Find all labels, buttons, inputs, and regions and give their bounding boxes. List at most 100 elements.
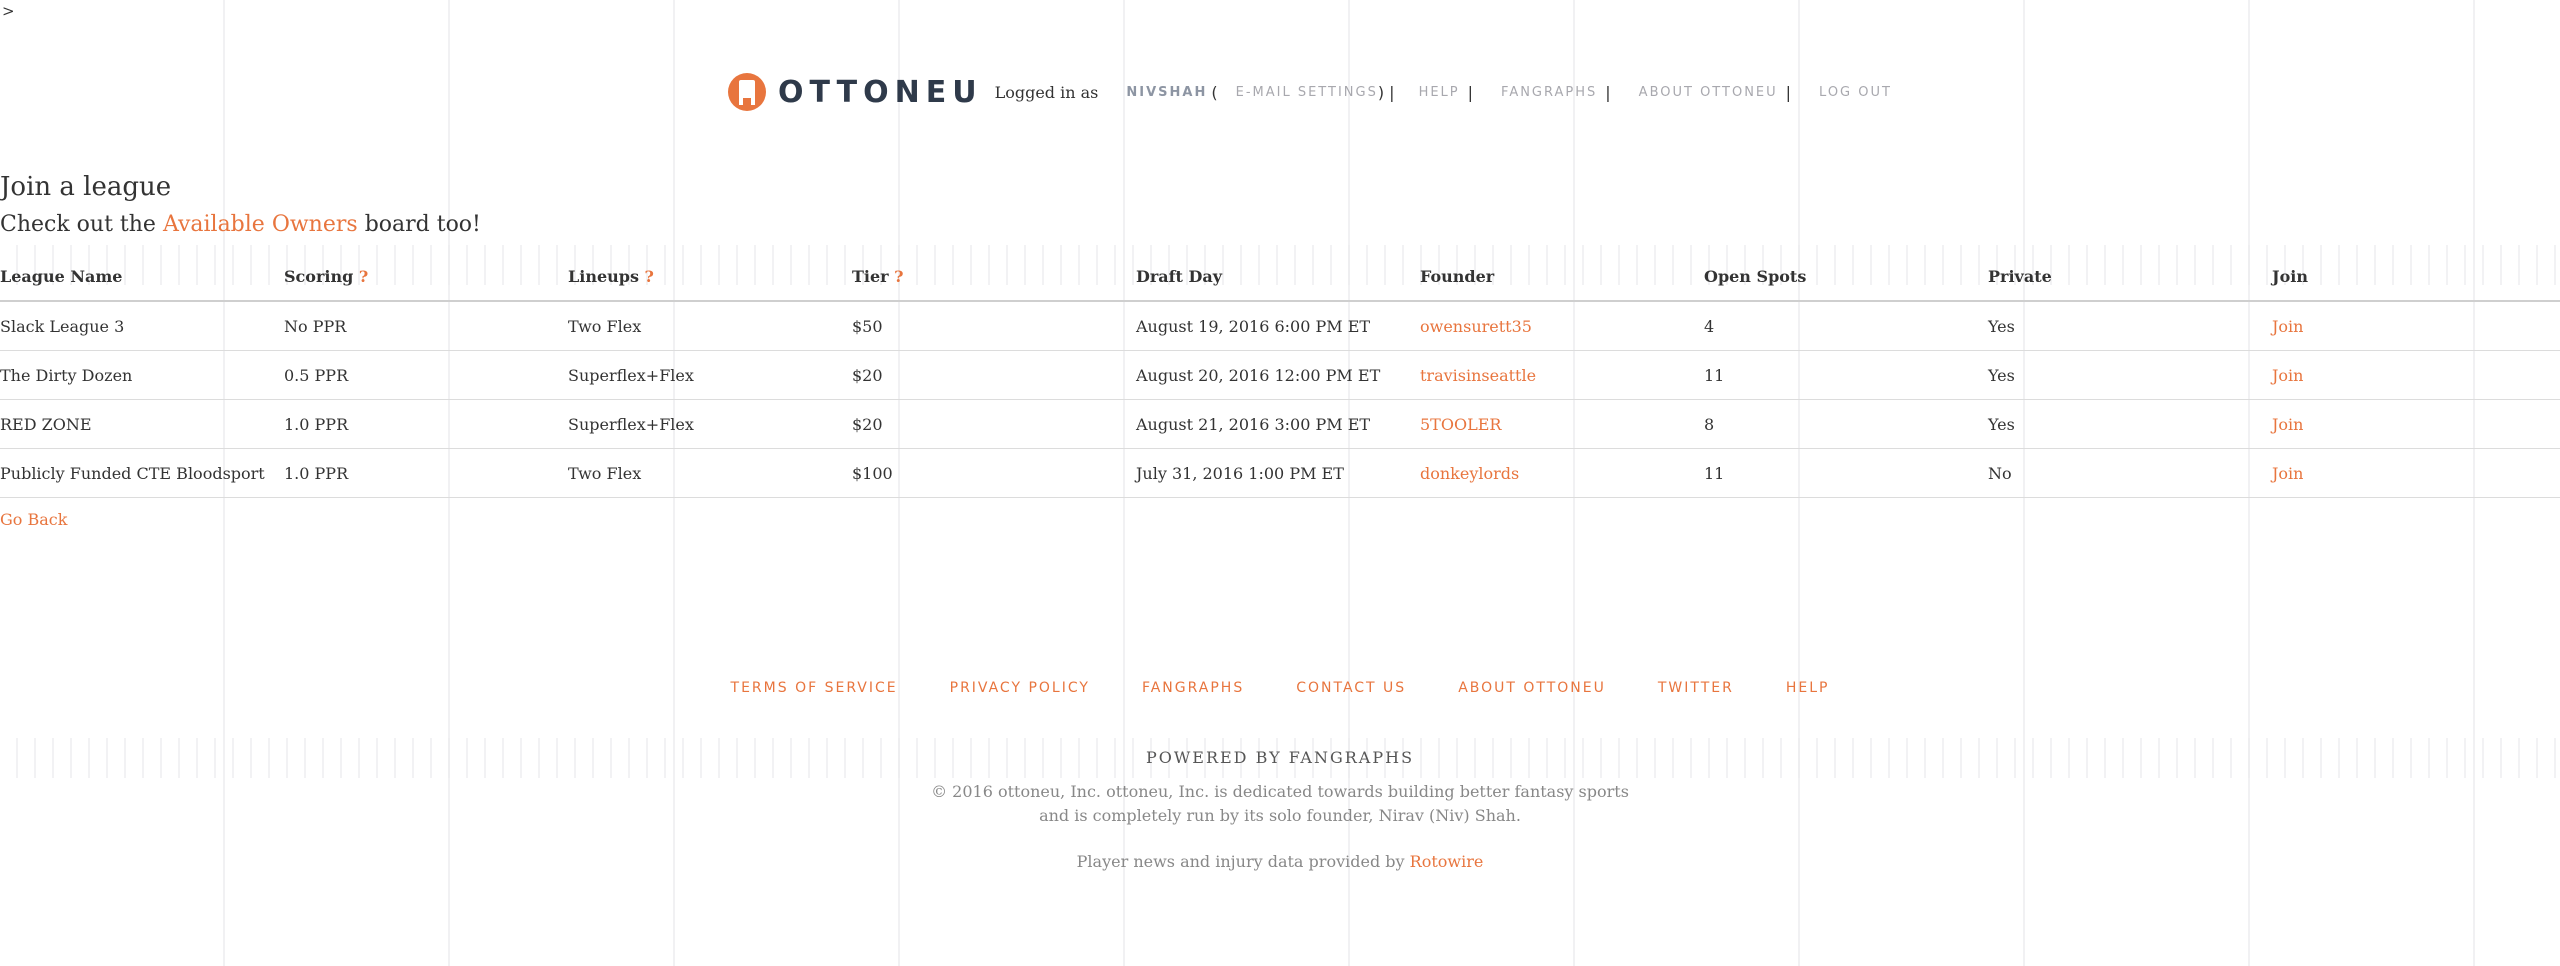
stray-character: > [2,2,15,20]
join-link[interactable]: Join [2272,415,2303,434]
league-name-cell: RED ZONE [0,399,284,449]
help-link[interactable]: HELP [1419,85,1460,100]
tier-help-icon[interactable]: ? [894,267,903,286]
subtitle-text-before: Check out the [0,212,156,237]
join-link[interactable]: Join [2272,464,2303,483]
lineups-cell: Two Flex [568,301,852,351]
col-lineups[interactable]: Lineups ? [568,252,852,302]
col-draft-day-label: Draft Day [1136,266,1223,286]
table-row: Publicly Funded CTE Bloodsport 1.0 PPR T… [0,448,2560,498]
ottoneu-chair-logo-icon[interactable] [728,73,766,111]
nav-separator: | [1605,82,1611,102]
col-open-spots[interactable]: Open Spots [1704,252,1988,302]
tier-cell: $20 [852,399,1136,449]
private-cell: No [1988,448,2272,498]
scoring-cell: 1.0 PPR [284,399,568,449]
user-nav: NIVSHAH ( E-MAIL SETTINGS ) | HELP | FAN… [1126,83,1892,102]
subtitle-text-after: board too! [364,212,481,237]
open-paren: ( [1211,82,1218,102]
available-owners-link[interactable]: Available Owners [163,212,358,237]
rotowire-link[interactable]: Rotowire [1410,852,1484,871]
private-cell: Yes [1988,350,2272,400]
tier-cell: $20 [852,350,1136,400]
open-spots-cell: 11 [1704,448,1988,498]
draft-day-cell: July 31, 2016 1:00 PM ET [1136,448,1420,498]
username-link[interactable]: NIVSHAH [1126,85,1207,100]
league-name-cell: Slack League 3 [0,301,284,351]
founder-cell: 5TOOLER [1420,399,1704,449]
twitter-link[interactable]: TWITTER [1658,680,1734,696]
footer-fangraphs-link[interactable]: FANGRAPHS [1142,680,1244,696]
terms-of-service-link[interactable]: TERMS OF SERVICE [731,680,898,696]
scoring-cell: 1.0 PPR [284,448,568,498]
league-name-cell: Publicly Funded CTE Bloodsport [0,448,284,498]
tier-cell: $100 [852,448,1136,498]
email-settings-link[interactable]: E-MAIL SETTINGS [1236,85,1378,100]
copyright-text: © 2016 ottoneu, Inc. ottoneu, Inc. is de… [931,782,1629,825]
private-cell: Yes [1988,301,2272,351]
nav-separator: | [1785,82,1792,102]
col-join: Join [2272,252,2560,302]
scoring-help-icon[interactable]: ? [359,267,368,286]
join-cell: Join [2272,399,2560,449]
about-ottoneu-link[interactable]: ABOUT OTTONEU [1639,85,1778,100]
col-scoring-label: Scoring [284,266,354,286]
join-link[interactable]: Join [2272,317,2303,336]
lineups-cell: Two Flex [568,448,852,498]
log-out-link[interactable]: LOG OUT [1819,85,1892,100]
data-credit: Player news and injury data provided by … [0,852,2560,871]
founder-cell: travisinseattle [1420,350,1704,400]
scoring-cell: 0.5 PPR [284,350,568,400]
footer-about-ottoneu-link[interactable]: ABOUT OTTONEU [1458,680,1606,696]
logged-in-label: Logged in as [994,82,1099,102]
open-spots-cell: 11 [1704,350,1988,400]
col-scoring[interactable]: Scoring ? [284,252,568,302]
col-tier[interactable]: Tier ? [852,252,1136,302]
col-join-label: Join [2272,266,2308,286]
col-tier-label: Tier [852,266,889,286]
scoring-cell: No PPR [284,301,568,351]
privacy-policy-link[interactable]: PRIVACY POLICY [950,680,1090,696]
open-spots-cell: 8 [1704,399,1988,449]
col-open-spots-label: Open Spots [1704,266,1807,286]
join-cell: Join [2272,350,2560,400]
data-credit-text: Player news and injury data provided by [1076,852,1405,871]
join-cell: Join [2272,448,2560,498]
powered-by-fangraphs: POWERED BY FANGRAPHS [1145,748,1415,767]
col-founder-label: Founder [1420,266,1495,286]
fangraphs-link[interactable]: FANGRAPHS [1501,85,1597,100]
col-private[interactable]: Private [1988,252,2272,302]
lineups-help-icon[interactable]: ? [645,267,654,286]
lineups-cell: Superflex+Flex [568,350,852,400]
page-subtitle: Check out the Available Owners board too… [0,212,481,237]
open-spots-cell: 4 [1704,301,1988,351]
col-founder[interactable]: Founder [1420,252,1704,302]
join-link[interactable]: Join [2272,366,2303,385]
col-draft-day[interactable]: Draft Day [1136,252,1420,302]
join-cell: Join [2272,301,2560,351]
contact-us-link[interactable]: CONTACT US [1296,680,1406,696]
founder-cell: owensurett35 [1420,301,1704,351]
founder-link[interactable]: travisinseattle [1420,366,1536,385]
col-league-name[interactable]: League Name [0,252,284,302]
founder-link[interactable]: donkeylords [1420,464,1519,483]
founder-link[interactable]: owensurett35 [1420,317,1532,336]
nav-separator: ) | [1377,82,1395,102]
footer-links: TERMS OF SERVICE PRIVACY POLICY FANGRAPH… [0,680,2560,696]
table-row: RED ZONE 1.0 PPR Superflex+Flex $20 Augu… [0,399,2560,449]
draft-day-cell: August 19, 2016 6:00 PM ET [1136,301,1420,351]
nav-separator: | [1467,82,1474,102]
col-private-label: Private [1988,266,2052,286]
league-name-cell: The Dirty Dozen [0,350,284,400]
table-row: Slack League 3 No PPR Two Flex $50 Augus… [0,301,2560,351]
page-title: Join a league [0,172,172,202]
table-header-row: League Name Scoring ? Lineups ? Tier ? D… [0,252,2560,302]
site-logo-text[interactable]: OTTONEU [778,75,983,110]
founder-link[interactable]: 5TOOLER [1420,415,1501,434]
footer-help-link[interactable]: HELP [1786,680,1830,696]
go-back-link[interactable]: Go Back [0,510,67,529]
leagues-table: League Name Scoring ? Lineups ? Tier ? D… [0,252,2560,498]
private-cell: Yes [1988,399,2272,449]
founder-cell: donkeylords [1420,448,1704,498]
col-lineups-label: Lineups [568,266,639,286]
